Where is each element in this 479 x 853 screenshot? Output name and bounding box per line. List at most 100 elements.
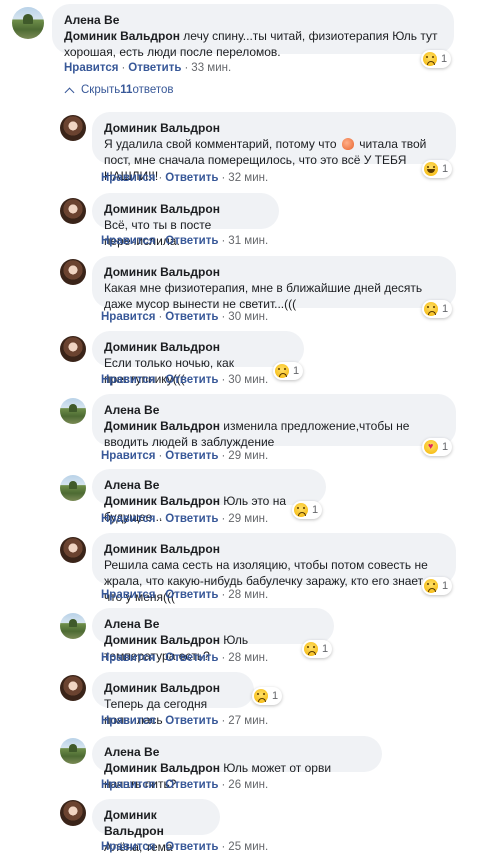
like-button[interactable]: Нравится (101, 172, 155, 184)
reply-author[interactable]: Алена Ве (104, 477, 314, 493)
reaction-badge[interactable]: 1 (252, 687, 283, 705)
timestamp[interactable]: 26 мин. (228, 779, 268, 791)
avatar[interactable] (60, 537, 86, 563)
reply-actions: Нравится · Ответить · 25 мин. (101, 841, 268, 853)
separator: · (221, 450, 226, 462)
reaction-badge[interactable]: 1 (421, 50, 452, 68)
like-button[interactable]: Нравится (101, 311, 155, 323)
reply-author[interactable]: Доминик Вальдрон (104, 120, 444, 136)
timestamp[interactable]: 32 мин. (228, 172, 268, 184)
reply-author[interactable]: Алена Ве (104, 402, 444, 418)
timestamp[interactable]: 30 мин. (228, 311, 268, 323)
timestamp[interactable]: 31 мин. (228, 235, 268, 247)
like-button[interactable]: Нравится (101, 450, 155, 462)
like-button[interactable]: Нравится (101, 513, 155, 525)
sad-reaction-icon (304, 642, 318, 656)
reply-button[interactable]: Ответить (165, 235, 218, 247)
reaction-badge[interactable]: 1 (273, 362, 304, 380)
reply-button[interactable]: Ответить (165, 513, 218, 525)
reaction-badge[interactable]: 1 (422, 577, 453, 595)
mention-link[interactable]: Доминик Вальдрон (104, 494, 220, 508)
mention-link[interactable]: Доминик Вальдрон (104, 633, 220, 647)
reply-actions: Нравится · Ответить · 31 мин. (101, 235, 268, 247)
reply-text: Я удалила свой комментарий, потому что (104, 137, 340, 151)
laugh-reaction-icon (424, 162, 438, 176)
reaction-badge[interactable]: 1 (302, 640, 333, 658)
avatar[interactable] (60, 613, 86, 639)
separator: · (221, 311, 226, 323)
timestamp[interactable]: 29 мин. (228, 513, 268, 525)
timestamp[interactable]: 27 мин. (228, 715, 268, 727)
avatar[interactable] (60, 800, 86, 826)
mention-link[interactable]: Доминик Вальдрон (64, 29, 180, 43)
reply-author[interactable]: Доминик Вальдрон (104, 339, 292, 355)
timestamp[interactable]: 33 мин. (191, 62, 231, 74)
separator: · (221, 652, 226, 664)
reply-author[interactable]: Доминик Вальдрон (104, 680, 242, 696)
care-reaction-icon (424, 440, 438, 454)
mention-link[interactable]: Доминик Вальдрон (104, 761, 220, 775)
comment-author[interactable]: Алена Ве (64, 12, 442, 28)
reply-bubble: Алена Ве Доминик Вальдрон изменила предл… (92, 394, 456, 449)
reply-button[interactable]: Ответить (165, 652, 218, 664)
reply-author[interactable]: Алена Ве (104, 744, 370, 760)
reply-actions: Нравится · Ответить · 30 мин. (101, 311, 268, 323)
separator: · (221, 779, 226, 791)
peach-emoji-icon (341, 138, 354, 150)
timestamp[interactable]: 30 мин. (228, 374, 268, 386)
reaction-count: 1 (442, 163, 449, 175)
timestamp[interactable]: 25 мин. (228, 841, 268, 853)
reply-button[interactable]: Ответить (165, 715, 218, 727)
separator: · (221, 513, 226, 525)
timestamp[interactable]: 28 мин. (228, 652, 268, 664)
reply-button[interactable]: Ответить (165, 450, 218, 462)
reply-button[interactable]: Ответить (165, 311, 218, 323)
reply-button[interactable]: Ответить (165, 841, 218, 853)
avatar[interactable] (60, 336, 86, 362)
avatar[interactable] (12, 7, 44, 39)
reply-button[interactable]: Ответить (165, 172, 218, 184)
separator: · (158, 652, 163, 664)
reply-actions: Нравится · Ответить · 29 мин. (101, 450, 268, 462)
mention-link[interactable]: Доминик Вальдрон (104, 419, 220, 433)
reaction-badge[interactable]: 1 (422, 160, 453, 178)
timestamp[interactable]: 28 мин. (228, 589, 268, 601)
reply-button[interactable]: Ответить (128, 62, 181, 74)
like-button[interactable]: Нравится (101, 374, 155, 386)
hide-replies-button[interactable]: Скрыть 11 ответов (64, 84, 174, 97)
reaction-badge[interactable]: 1 (422, 300, 453, 318)
avatar[interactable] (60, 738, 86, 764)
reaction-count: 1 (442, 441, 449, 453)
timestamp[interactable]: 29 мин. (228, 450, 268, 462)
like-button[interactable]: Нравится (101, 779, 155, 791)
sad-reaction-icon (294, 503, 308, 517)
reaction-count: 1 (322, 643, 329, 655)
avatar[interactable] (60, 675, 86, 701)
reaction-badge[interactable]: 1 (292, 501, 323, 519)
hide-replies-label: Скрыть (81, 84, 121, 96)
reply-author[interactable]: Алена Ве (104, 616, 322, 632)
like-button[interactable]: Нравится (101, 235, 155, 247)
avatar[interactable] (60, 475, 86, 501)
like-button[interactable]: Нравится (101, 652, 155, 664)
avatar[interactable] (60, 198, 86, 224)
reply-author[interactable]: Доминик Вальдрон (104, 264, 444, 280)
reply-author[interactable]: Доминик Вальдрон (104, 201, 267, 217)
reply-button[interactable]: Ответить (165, 589, 218, 601)
reply-author[interactable]: Доминик Вальдрон (104, 541, 444, 557)
avatar[interactable] (60, 398, 86, 424)
like-button[interactable]: Нравится (64, 62, 118, 74)
reply-button[interactable]: Ответить (165, 374, 218, 386)
avatar[interactable] (60, 115, 86, 141)
reply-author[interactable]: Доминик Вальдрон (104, 807, 208, 839)
reaction-badge[interactable]: 1 (422, 438, 453, 456)
reply-button[interactable]: Ответить (165, 779, 218, 791)
like-button[interactable]: Нравится (101, 841, 155, 853)
comment-bubble: Алена Ве Доминик Вальдрон лечу спину...т… (52, 4, 454, 59)
separator: · (221, 589, 226, 601)
like-button[interactable]: Нравится (101, 715, 155, 727)
comment-actions: Нравится · Ответить · 33 мин. (64, 62, 231, 74)
like-button[interactable]: Нравится (101, 589, 155, 601)
reaction-count: 1 (312, 504, 319, 516)
avatar[interactable] (60, 259, 86, 285)
